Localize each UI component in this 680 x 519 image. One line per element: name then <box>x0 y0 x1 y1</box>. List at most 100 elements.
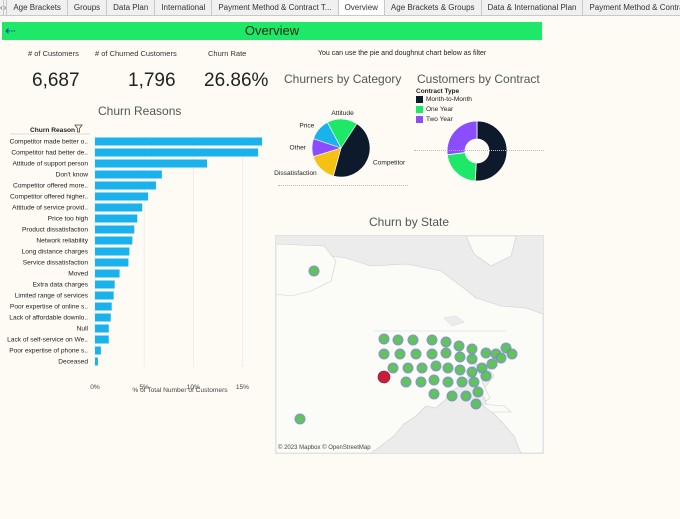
filter-icon[interactable] <box>74 124 83 133</box>
state-marker[interactable] <box>394 336 402 344</box>
tab-8[interactable]: Payment Method & Contract T... <box>583 0 680 15</box>
churn-reason-header: Churn Reason <box>30 127 75 134</box>
bar[interactable] <box>95 170 162 179</box>
bar-category-label: Competitor offered higher.. <box>10 194 88 201</box>
bar[interactable] <box>95 313 111 322</box>
tab-1[interactable]: Groups <box>67 0 108 15</box>
state-marker[interactable] <box>468 368 476 376</box>
state-marker[interactable] <box>412 350 420 358</box>
state-marker[interactable] <box>474 388 482 396</box>
state-marker[interactable] <box>430 376 438 384</box>
churn-by-state-map[interactable]: © 2023 Mapbox © OpenStreetMap <box>275 235 544 454</box>
state-marker[interactable] <box>432 362 440 370</box>
map-credit: © 2023 Mapbox © OpenStreetMap <box>278 445 371 451</box>
churned-kpi-value: 1,796 <box>128 70 176 91</box>
state-marker[interactable] <box>468 355 476 363</box>
state-marker-highlight[interactable] <box>377 370 391 384</box>
state-marker[interactable] <box>430 390 438 398</box>
state-marker[interactable] <box>389 364 397 372</box>
customers-kpi-label: # of Customers <box>28 49 79 58</box>
legend-item[interactable]: Month-to-Month <box>416 96 472 103</box>
state-marker[interactable] <box>417 378 425 386</box>
state-marker[interactable] <box>482 349 490 357</box>
legend-item[interactable]: One Year <box>416 106 453 113</box>
bar-category-label: Long distance charges <box>22 249 89 256</box>
state-marker[interactable] <box>396 350 404 358</box>
bar[interactable] <box>95 357 98 366</box>
legend-swatch <box>416 96 423 103</box>
bar[interactable] <box>95 192 149 201</box>
bar[interactable] <box>95 159 208 168</box>
tab-3[interactable]: International <box>155 0 213 15</box>
bar[interactable] <box>95 280 115 289</box>
sheet-tab-bar: ‹ › Age Brackets Groups Data Plan Internati… <box>0 0 680 16</box>
tab-4[interactable]: Payment Method & Contract T... <box>212 0 339 15</box>
x-tick-label: 15% <box>236 384 249 391</box>
state-marker[interactable] <box>482 372 490 380</box>
x-tick-label: 0% <box>90 384 100 391</box>
state-marker[interactable] <box>296 415 304 423</box>
state-marker[interactable] <box>448 392 456 400</box>
state-marker[interactable] <box>380 350 388 358</box>
state-marker[interactable] <box>444 364 452 372</box>
bar-category-label: Price too high <box>48 216 89 223</box>
pie-label: Attitude <box>331 110 354 117</box>
bar[interactable] <box>95 346 101 355</box>
contract-legend-title: Contract Type <box>416 88 460 95</box>
bar[interactable] <box>95 148 259 157</box>
donut-slice[interactable] <box>474 120 508 182</box>
bar[interactable] <box>95 335 109 344</box>
state-marker[interactable] <box>468 345 476 353</box>
state-marker[interactable] <box>470 378 478 386</box>
bar[interactable] <box>95 214 138 223</box>
state-marker[interactable] <box>508 350 516 358</box>
bar[interactable] <box>95 137 263 146</box>
state-marker[interactable] <box>428 350 436 358</box>
state-marker[interactable] <box>409 336 417 344</box>
state-marker[interactable] <box>497 354 505 362</box>
customers-by-contract-title: Customers by Contract <box>417 72 540 86</box>
state-marker[interactable] <box>404 364 412 372</box>
bar-category-label: Null <box>77 326 89 333</box>
pie-label: Dissatisfaction <box>274 170 317 177</box>
tab-6[interactable]: Age Brackets & Groups <box>384 0 482 15</box>
state-marker[interactable] <box>428 336 436 344</box>
state-marker[interactable] <box>458 378 466 386</box>
bar-category-label: Attitude of support person <box>12 161 88 168</box>
legend-label: One Year <box>426 106 454 113</box>
bar-category-label: Deceased <box>58 359 88 366</box>
bar[interactable] <box>95 247 130 256</box>
state-marker[interactable] <box>456 366 464 374</box>
churners-by-category-pie[interactable]: Attitude Competitor Dissatisfaction Other Pr… <box>272 105 410 187</box>
state-marker[interactable] <box>456 353 464 361</box>
state-marker[interactable] <box>462 392 470 400</box>
tab-2[interactable]: Data Plan <box>107 0 156 15</box>
bar[interactable] <box>95 291 114 300</box>
bar[interactable] <box>95 225 135 234</box>
bar[interactable] <box>95 324 109 333</box>
state-marker[interactable] <box>472 400 480 408</box>
bar[interactable] <box>95 302 112 311</box>
customers-by-contract-donut[interactable] <box>440 114 514 188</box>
tab-5[interactable]: Overview <box>338 0 385 15</box>
state-marker[interactable] <box>380 335 388 343</box>
donut-slice[interactable] <box>446 152 477 182</box>
state-marker[interactable] <box>418 364 426 372</box>
state-marker[interactable] <box>455 342 463 350</box>
bar[interactable] <box>95 203 143 212</box>
state-marker[interactable] <box>478 364 486 372</box>
state-marker[interactable] <box>442 349 450 357</box>
tab-0[interactable]: Age Brackets <box>7 0 68 15</box>
bar[interactable] <box>95 236 133 245</box>
state-marker[interactable] <box>442 338 450 346</box>
state-marker[interactable] <box>488 360 496 368</box>
bar[interactable] <box>95 258 129 267</box>
state-marker[interactable] <box>444 378 452 386</box>
state-marker[interactable] <box>402 378 410 386</box>
bar-category-label: Competitor had better de.. <box>11 150 88 157</box>
bar[interactable] <box>95 269 120 278</box>
tab-7[interactable]: Data & International Plan <box>481 0 584 15</box>
churn-reasons-bar-chart[interactable]: Churn Reason Competitor made better o.. C… <box>0 120 272 400</box>
state-marker[interactable] <box>310 267 318 275</box>
bar[interactable] <box>95 181 156 190</box>
